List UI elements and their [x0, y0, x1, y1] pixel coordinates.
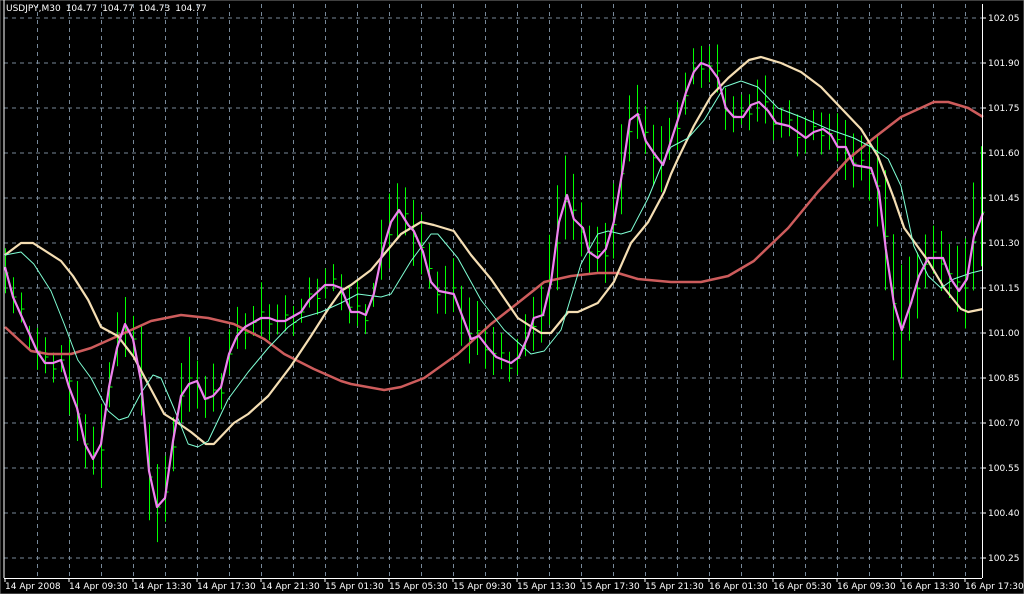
price-tick-label: 101.75 [988, 104, 1020, 114]
price-tick-label: 101.90 [988, 59, 1020, 69]
time-tick-label: 14 Apr 2008 [5, 582, 61, 592]
time-tick-label: 14 Apr 21:30 [261, 582, 320, 592]
time-tick-label: 15 Apr 05:30 [389, 582, 448, 592]
time-tick-label: 14 Apr 17:30 [197, 582, 256, 592]
window-frame [0, 0, 1024, 594]
time-tick-label: 16 Apr 01:30 [709, 582, 768, 592]
high-value: 104.77 [102, 4, 134, 14]
time-tick-label: 16 Apr 17:30 [965, 582, 1024, 592]
price-tick-label: 100.25 [988, 554, 1020, 564]
low-value: 104.73 [138, 4, 171, 14]
price-tick-label: 101.45 [988, 194, 1020, 204]
price-tick-label: 100.55 [988, 464, 1020, 474]
time-tick-label: 16 Apr 09:30 [837, 582, 896, 592]
price-tick-label: 100.85 [988, 374, 1020, 384]
chart-title: USDJPY,M30 104.77 104.77 104.73 104.77 [6, 4, 212, 14]
time-tick-label: 16 Apr 05:30 [773, 582, 832, 592]
time-tick-label: 16 Apr 13:30 [901, 582, 960, 592]
time-tick-label: 15 Apr 09:30 [453, 582, 512, 592]
price-tick-label: 101.30 [988, 239, 1020, 249]
symbol-label: USDJPY,M30 [6, 4, 61, 14]
price-tick-label: 102.05 [988, 14, 1020, 24]
time-tick-label: 15 Apr 21:30 [645, 582, 704, 592]
price-tick-label: 101.00 [988, 329, 1020, 339]
open-value: 104.77 [65, 4, 98, 14]
close-value: 104.77 [175, 4, 207, 14]
price-tick-label: 101.15 [988, 284, 1020, 294]
time-tick-label: 14 Apr 13:30 [133, 582, 192, 592]
time-tick-label: 15 Apr 01:30 [325, 582, 384, 592]
price-tick-label: 100.40 [988, 509, 1020, 519]
ma-medium-wheat-line [4, 55, 984, 446]
time-tick-label: 15 Apr 17:30 [581, 582, 640, 592]
grid [4, 4, 982, 578]
time-tick-label: 14 Apr 09:30 [69, 582, 128, 592]
price-chart[interactable]: 102.05 101.90 101.75 101.60 101.45 101.30 101.… [0, 0, 1024, 594]
price-tick-label: 100.70 [988, 419, 1020, 429]
time-tick-label: 15 Apr 13:30 [517, 582, 576, 592]
price-tick-label: 101.60 [988, 149, 1020, 159]
